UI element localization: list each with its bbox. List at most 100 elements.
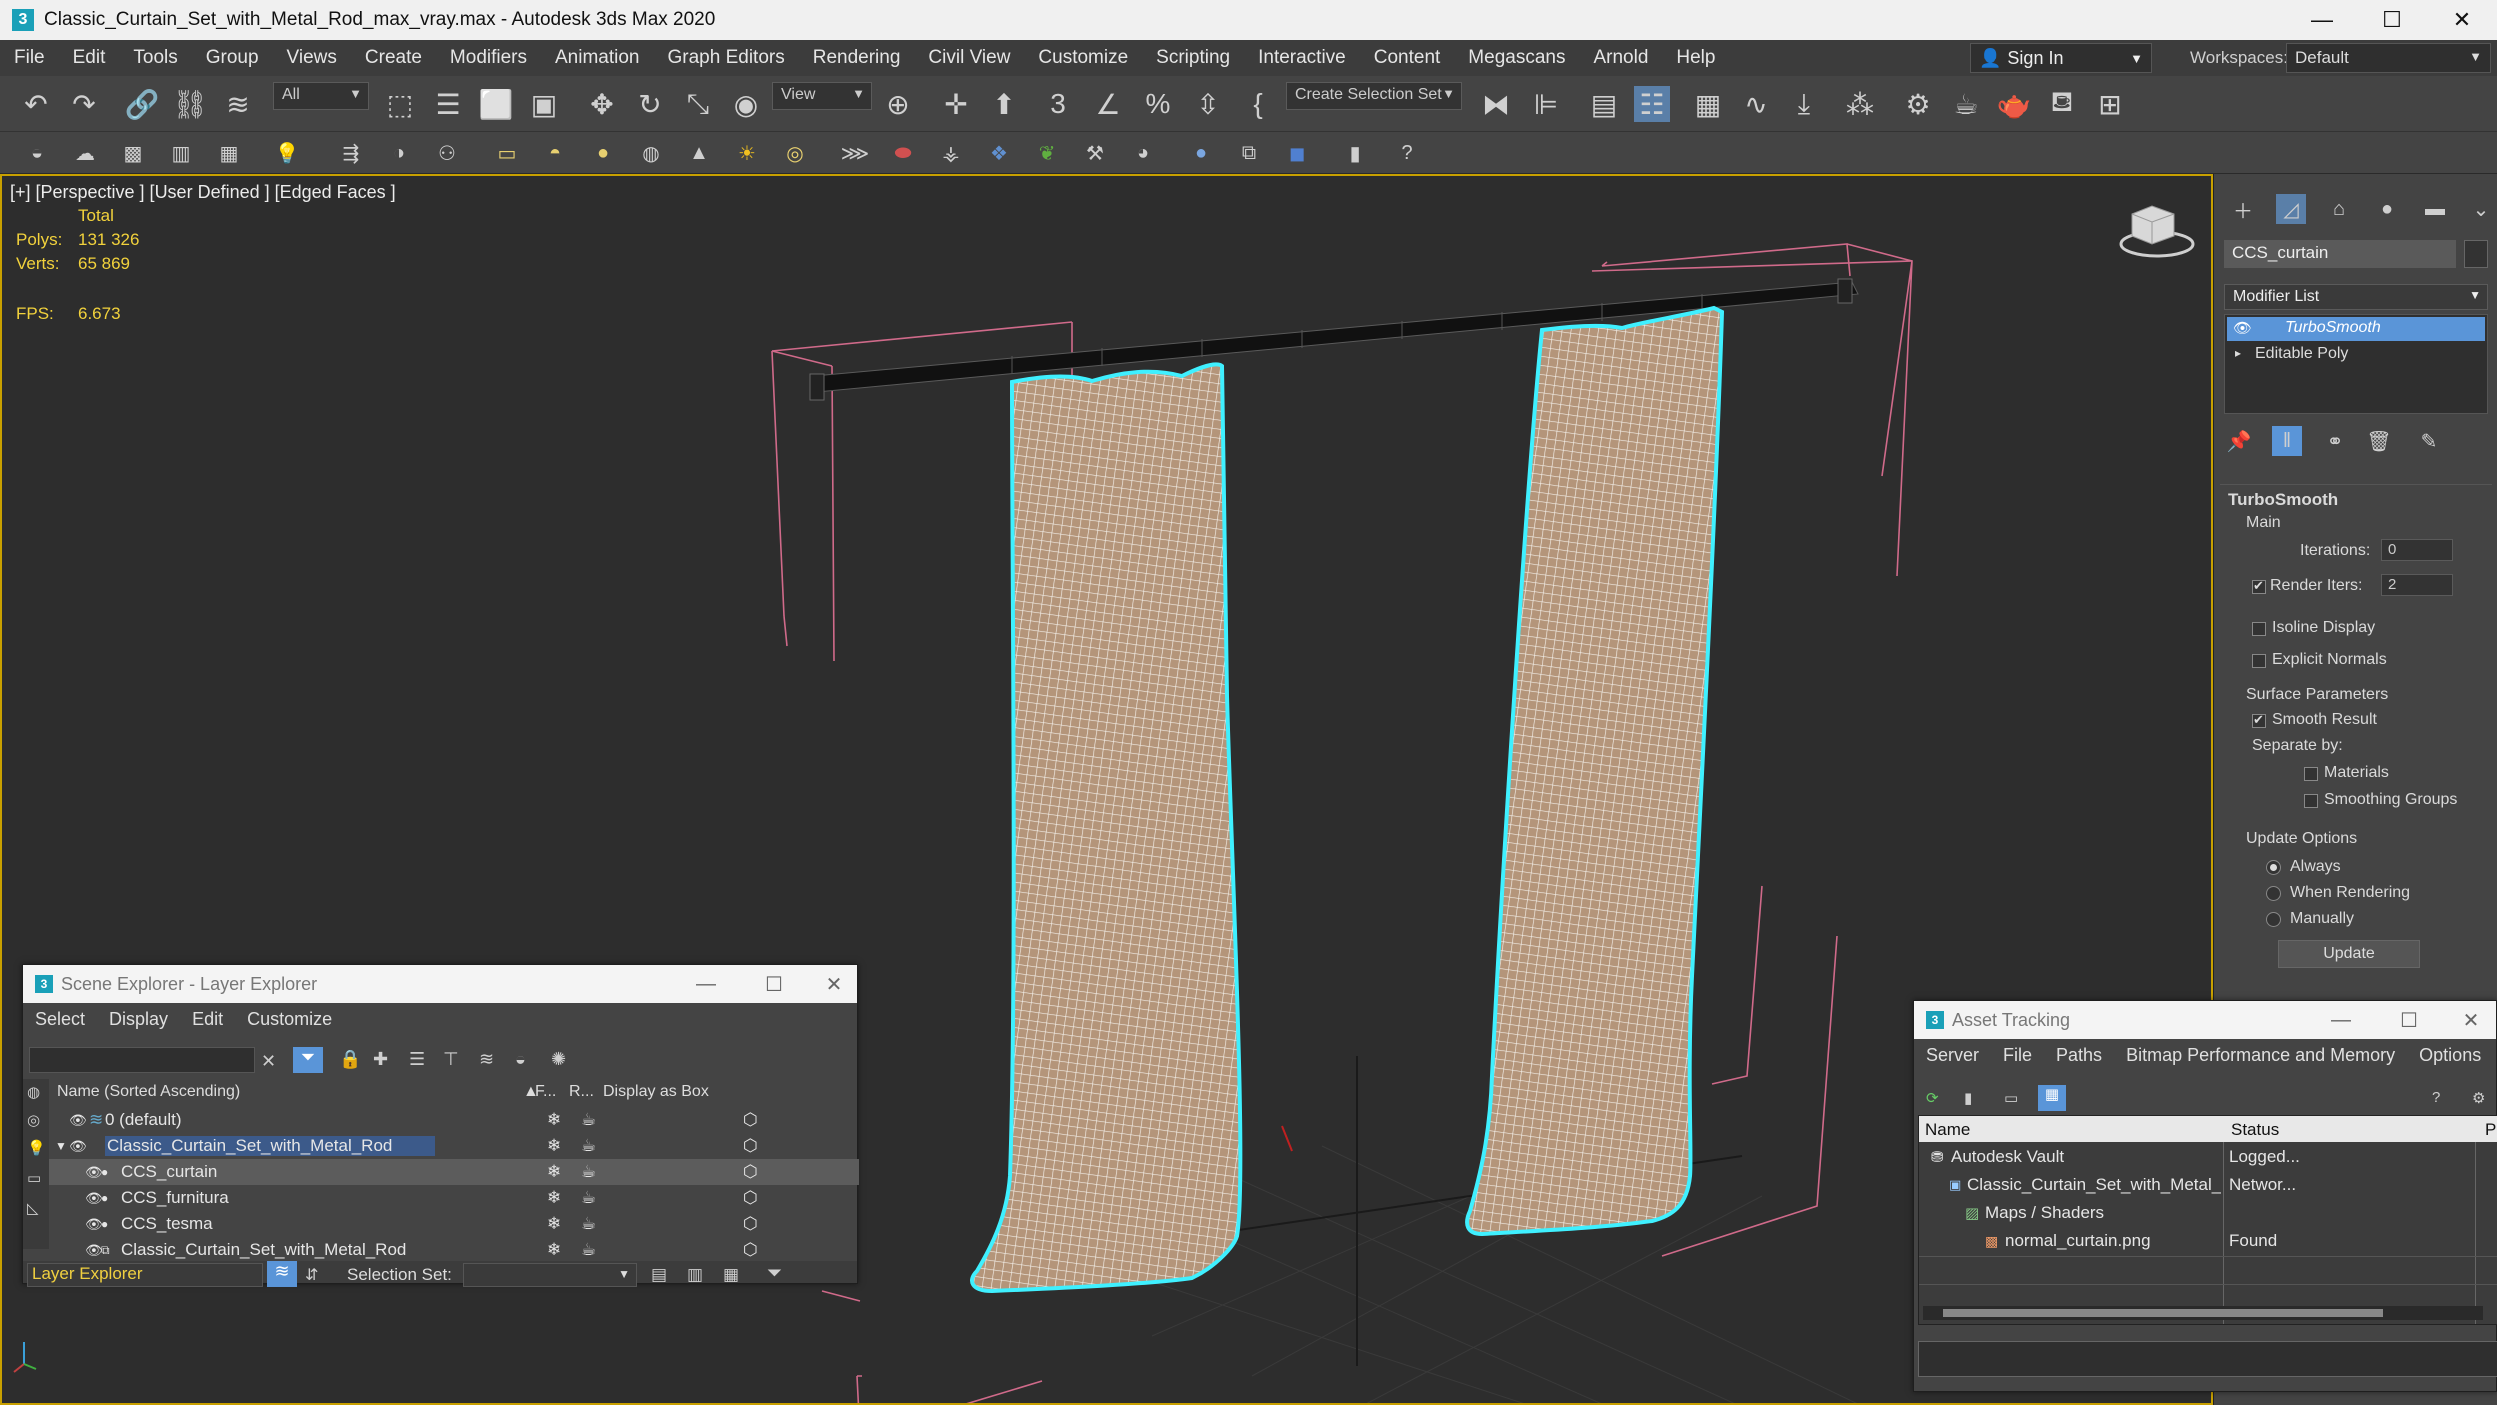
compound-icon[interactable]: ⚇ [432, 138, 462, 168]
plane-icon[interactable]: ▭ [492, 138, 522, 168]
freeze-icon[interactable]: ❄ [547, 1214, 561, 1234]
viewcube[interactable] [2119, 205, 2195, 258]
rendered-frame-window-icon[interactable]: ☕ [1948, 86, 1984, 122]
menu-file[interactable]: File [1991, 1045, 2044, 1066]
modify-tab-icon[interactable]: ◿ [2276, 194, 2306, 224]
menu-help[interactable]: Help [1662, 47, 1729, 69]
column-frozen-header[interactable]: F... [535, 1083, 556, 1101]
menu-options[interactable]: Options [2407, 1045, 2493, 1066]
box-icon[interactable]: ⬡ [743, 1188, 758, 1208]
percent-snap-icon[interactable]: % [1140, 86, 1176, 122]
render-icon[interactable]: ☕ [581, 1162, 596, 1182]
box-icon[interactable]: ⬡ [743, 1162, 758, 1182]
volume-grid-icon[interactable]: ❖ [984, 138, 1014, 168]
column-render-header[interactable]: R... [569, 1083, 594, 1101]
menu-server[interactable]: Server [1914, 1045, 1991, 1066]
column-name-header[interactable]: Name [1925, 1120, 1970, 1140]
settings-icon[interactable]: ⚙ [2472, 1089, 2485, 1107]
freeze-icon[interactable]: ❄ [547, 1162, 561, 1182]
horizontal-scrollbar[interactable] [1923, 1306, 2483, 1320]
menu-interactive[interactable]: Interactive [1244, 47, 1360, 69]
box-icon[interactable]: ⬡ [743, 1136, 758, 1156]
rotate-icon[interactable]: ↻ [632, 86, 668, 122]
spot-light-icon[interactable]: ▲ [684, 138, 714, 168]
barrel-icon[interactable]: ▥ [166, 138, 196, 168]
menu-animation[interactable]: Animation [541, 47, 654, 69]
refresh-icon[interactable]: ⟳ [1926, 1089, 1939, 1107]
menu-tools[interactable]: Tools [119, 47, 191, 69]
menu-edit[interactable]: Edit [180, 1009, 235, 1030]
table-row[interactable]: ▼ 👁 Classic_Curtain_Set_with_Metal_Rod ❄… [49, 1133, 859, 1159]
snaps-toggle-icon[interactable]: 3 [1040, 86, 1076, 122]
render-iters-spinner[interactable]: 2 [2381, 574, 2453, 596]
link-icon[interactable]: 🔗 [124, 86, 160, 122]
layer-explorer-icon[interactable]: ≋ [267, 1261, 297, 1287]
explicit-normals-checkbox[interactable] [2252, 654, 2266, 668]
detail-icon[interactable]: ▭ [2004, 1089, 2018, 1107]
menu-customize[interactable]: Customize [1024, 47, 1142, 69]
table-row[interactable]: 👁 ● CCS_tesma ❄ ☕ ⬡ [49, 1211, 859, 1237]
scene-explorer-icon[interactable]: ▤ [1586, 86, 1622, 122]
display-cameras-icon[interactable]: ▭ [27, 1169, 41, 1187]
material-editor-icon[interactable]: ⁂ [1842, 86, 1878, 122]
selection-filter-dropdown[interactable]: All ▼ [273, 82, 369, 110]
menu-file[interactable]: File [0, 47, 59, 69]
fur-icon[interactable]: ⋙ [840, 138, 870, 168]
freeze-icon[interactable]: ❄ [547, 1240, 561, 1260]
motion-tab-icon[interactable]: ● [2372, 194, 2402, 224]
teapot-icon[interactable]: ◒ [515, 1049, 526, 1070]
close-button[interactable]: ✕ [2427, 0, 2497, 40]
maximize-button[interactable]: ☐ [2386, 1001, 2432, 1039]
move-icon[interactable]: ✥ [584, 86, 620, 122]
render-active-shade-icon[interactable]: ⛾ [2044, 86, 2080, 122]
asset-path-input[interactable] [1918, 1341, 2497, 1377]
render-icon[interactable]: ☕ [581, 1136, 596, 1156]
remove-modifier-icon[interactable]: 🗑 [2364, 426, 2394, 456]
freeze-icon[interactable]: ❄ [547, 1188, 561, 1208]
pin-stack-icon[interactable]: 📌 [2224, 426, 2254, 456]
select-manipulate-icon[interactable]: ✛ [938, 86, 974, 122]
help-icon[interactable]: ? [2432, 1089, 2440, 1106]
teapot-icon[interactable]: ◒ [22, 138, 52, 168]
help-icon[interactable]: ? [1392, 138, 1422, 168]
rollout-title[interactable]: TurboSmooth [2228, 490, 2338, 510]
infinite-plane-icon[interactable]: ⚒ [1080, 138, 1110, 168]
table-view-icon[interactable]: ▦ [2038, 1085, 2066, 1111]
menu-bitmap-performance[interactable]: Bitmap Performance and Memory [2114, 1045, 2407, 1066]
sign-in-dropdown[interactable]: 👤 Sign In ▼ [1970, 43, 2152, 73]
menu-edit[interactable]: Edit [59, 47, 120, 69]
remove-selection-icon[interactable]: ▦ [723, 1265, 739, 1285]
smooth-result-checkbox[interactable] [2252, 712, 2266, 728]
display-tab-icon[interactable]: ▬ [2420, 194, 2450, 224]
curve-editor-icon[interactable]: ∿ [1738, 86, 1774, 122]
minimize-button[interactable]: — [683, 965, 729, 1003]
box-icon[interactable]: ⬡ [743, 1110, 758, 1130]
sort-icon[interactable]: ⇵ [305, 1265, 318, 1285]
render-production-icon[interactable]: 🫖 [1996, 86, 2032, 122]
filter-icon[interactable]: ⏷ [293, 1047, 323, 1073]
close-button[interactable]: ✕ [811, 965, 857, 1003]
proxy-icon[interactable]: ⬬ [888, 138, 918, 168]
select-object-icon[interactable]: ⬚ [382, 86, 418, 122]
ribbon-icon[interactable]: ▦ [1690, 86, 1726, 122]
undo-icon[interactable]: ↶ [18, 86, 54, 122]
edit-named-selection-icon[interactable]: { [1240, 86, 1276, 122]
image-icon[interactable]: ▩ [118, 138, 148, 168]
layer-explorer-icon[interactable]: ☷ [1634, 86, 1670, 122]
lock-icon[interactable]: 🔒 [339, 1049, 361, 1070]
spinner-snap-icon[interactable]: ⇳ [1190, 86, 1226, 122]
configure-sets-icon[interactable]: ✎ [2414, 426, 2444, 456]
funnel-icon[interactable]: ⏷ [767, 1263, 782, 1285]
freeze-icon[interactable]: ❄ [547, 1136, 561, 1156]
dome-icon[interactable]: ◓ [540, 138, 570, 168]
menu-paths[interactable]: Paths [2044, 1045, 2114, 1066]
menu-content[interactable]: Content [1360, 47, 1455, 69]
menu-group[interactable]: Group [192, 47, 273, 69]
new-layer-icon[interactable]: ✚ [373, 1049, 388, 1070]
bitmap-icon[interactable]: ⧉ [1234, 138, 1264, 168]
table-row[interactable]: ▣ Classic_Curtain_Set_with_Metal_Rod_max… [1919, 1172, 2497, 1198]
smoothing-groups-checkbox[interactable] [2304, 794, 2318, 808]
ies-light-icon[interactable]: ◎ [780, 138, 810, 168]
material-ball-icon[interactable]: ● [1186, 138, 1216, 168]
menu-create[interactable]: Create [351, 47, 436, 69]
